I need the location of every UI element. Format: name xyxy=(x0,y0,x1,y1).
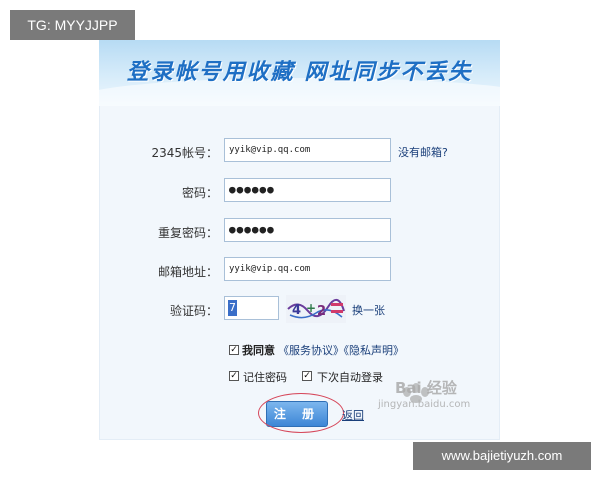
captcha-input[interactable]: 7 xyxy=(224,296,279,320)
agree-text: 我同意 xyxy=(242,344,275,357)
svg-text:+: + xyxy=(306,301,316,315)
return-link[interactable]: 返回 xyxy=(342,407,364,423)
watermark-sub: jingyan.baidu.com xyxy=(378,399,471,410)
highlight-circle xyxy=(258,393,344,433)
banner-title: 登录帐号用收藏 网址同步不丢失 xyxy=(126,60,473,85)
privacy-link[interactable]: 《隐私声明》 xyxy=(338,342,404,358)
remember-password-checkbox[interactable]: ✓ xyxy=(229,371,239,381)
terms-link[interactable]: 《服务协议》 xyxy=(278,342,344,358)
refresh-captcha-link[interactable]: 换一张 xyxy=(352,302,385,318)
agree-checkbox[interactable]: ✓ xyxy=(229,345,239,355)
svg-text:2: 2 xyxy=(317,304,326,319)
tg-overlay-badge: TG: MYYJJPP xyxy=(10,10,135,40)
remember-password-label: 记住密码 xyxy=(243,371,287,384)
captcha-label: 验证码： xyxy=(169,304,218,318)
watermark-brand: Bai 经验 xyxy=(395,379,457,397)
confirm-password-input[interactable]: ●●●●●● xyxy=(224,218,391,242)
no-email-link[interactable]: 没有邮箱? xyxy=(398,144,448,160)
svg-text:4: 4 xyxy=(292,303,301,318)
password-label: 密码： xyxy=(181,186,218,200)
account-input[interactable]: yyik@vip.qq.com xyxy=(224,138,391,162)
captcha-image[interactable]: 4 + 2 xyxy=(286,295,346,323)
auto-login-checkbox[interactable]: ✓ xyxy=(302,371,312,381)
confirm-password-label: 重复密码： xyxy=(157,226,218,240)
auto-login-label: 下次自动登录 xyxy=(317,371,383,384)
email-input[interactable]: yyik@vip.qq.com xyxy=(224,257,391,281)
email-label: 邮箱地址： xyxy=(157,265,218,279)
password-input[interactable]: ●●●●●● xyxy=(224,178,391,202)
captcha-selected-text: 7 xyxy=(228,300,237,316)
footer-url-overlay: www.bajietiyuzh.com xyxy=(413,442,591,470)
account-label: 2345帐号： xyxy=(151,146,218,160)
banner: 登录帐号用收藏 网址同步不丢失 xyxy=(99,40,500,106)
captcha-noise-icon: 4 + 2 xyxy=(286,295,346,323)
